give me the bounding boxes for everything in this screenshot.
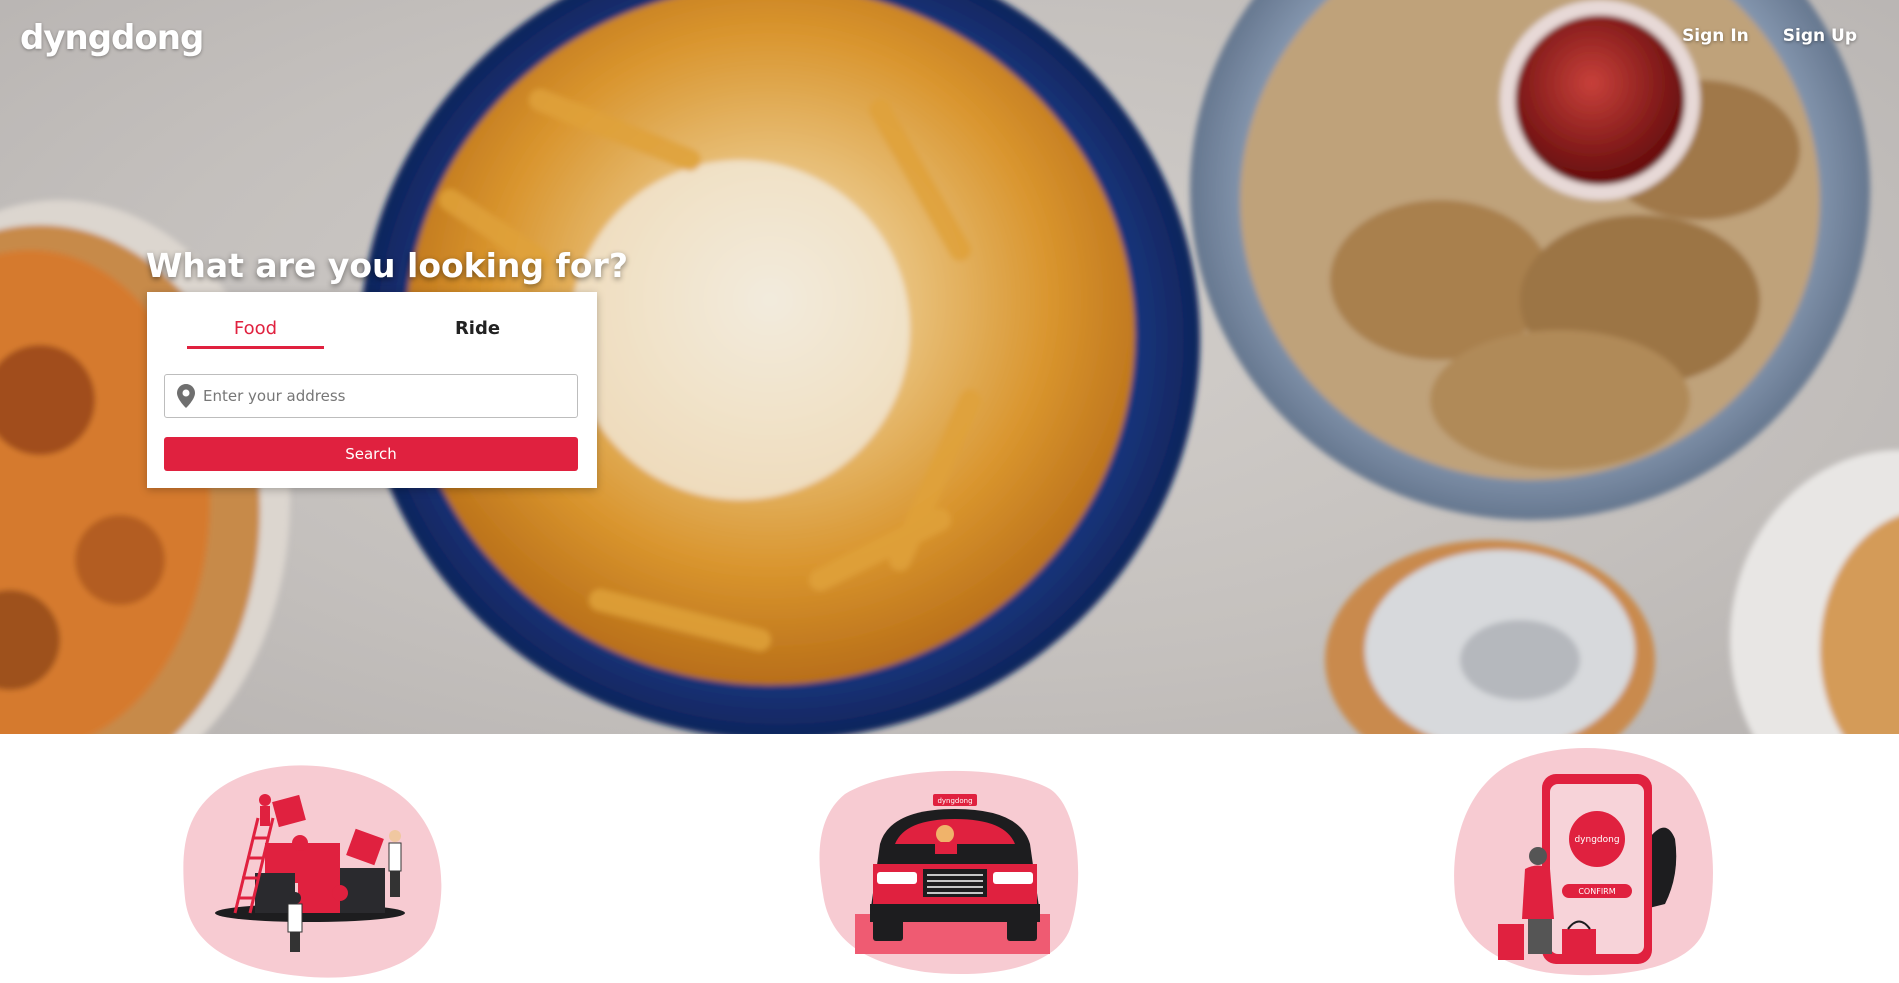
feature-order: dyngdong CONFIRM bbox=[1450, 744, 1720, 983]
feature-puzzle bbox=[180, 758, 450, 983]
feature-ride: dyngdong bbox=[815, 764, 1085, 979]
hero-section: dyngdong Sign In Sign Up What are you lo… bbox=[0, 0, 1899, 734]
tab-food[interactable]: Food bbox=[187, 318, 324, 339]
phone-confirm-text: CONFIRM bbox=[1578, 887, 1615, 896]
active-tab-indicator bbox=[187, 346, 324, 349]
address-input[interactable] bbox=[201, 376, 565, 416]
sign-in-link[interactable]: Sign In bbox=[1682, 26, 1749, 46]
phone-order-illustration: dyngdong CONFIRM bbox=[1454, 747, 1713, 976]
search-button[interactable]: Search bbox=[164, 437, 578, 471]
hero-headline: What are you looking for? bbox=[146, 246, 628, 285]
top-nav: Sign In Sign Up bbox=[1682, 26, 1857, 46]
tab-ride[interactable]: Ride bbox=[409, 318, 546, 339]
car-sign-text: dyngdong bbox=[937, 797, 972, 805]
phone-logo-text: dyngdong bbox=[1574, 835, 1619, 845]
address-field[interactable] bbox=[164, 374, 578, 418]
car-driver-illustration: dyngdong bbox=[819, 770, 1079, 975]
map-pin-icon bbox=[165, 374, 201, 418]
service-tabs: Food Ride bbox=[147, 292, 597, 352]
puzzle-team-illustration bbox=[183, 765, 442, 978]
search-card: Food Ride Search bbox=[147, 292, 597, 488]
features-section: dyngdong dyngdong CONFIRM bbox=[0, 734, 1899, 979]
sign-up-link[interactable]: Sign Up bbox=[1783, 26, 1857, 46]
brand-logo[interactable]: dyngdong bbox=[20, 18, 204, 58]
